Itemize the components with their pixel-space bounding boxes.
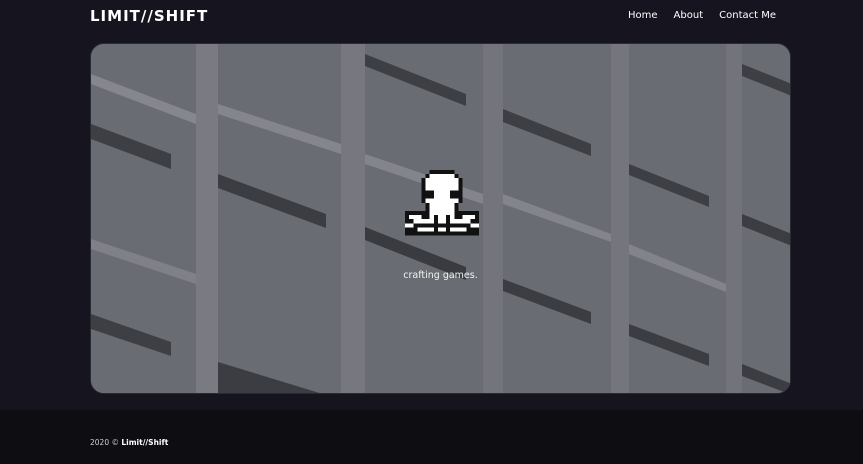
nav-home-link[interactable]: Home xyxy=(628,10,658,21)
footer-brand: Limit//Shift xyxy=(121,438,169,447)
copyright-year: 2020 © xyxy=(90,438,119,447)
nav-contact-link[interactable]: Contact Me xyxy=(719,10,776,21)
main-nav: Home About Contact Me xyxy=(628,10,776,21)
site-logo[interactable]: LIMIT//SHIFT xyxy=(90,7,208,25)
footer-copyright: 2020 © Limit//Shift xyxy=(90,438,168,447)
hero-banner: crafting games. xyxy=(90,43,791,394)
hero-tagline: crafting games. xyxy=(403,270,478,281)
pixel-octopus-icon xyxy=(405,170,479,236)
site-header: LIMIT//SHIFT Home About Contact Me xyxy=(0,0,863,44)
site-footer: 2020 © Limit//Shift xyxy=(0,410,863,464)
nav-about-link[interactable]: About xyxy=(674,10,704,21)
